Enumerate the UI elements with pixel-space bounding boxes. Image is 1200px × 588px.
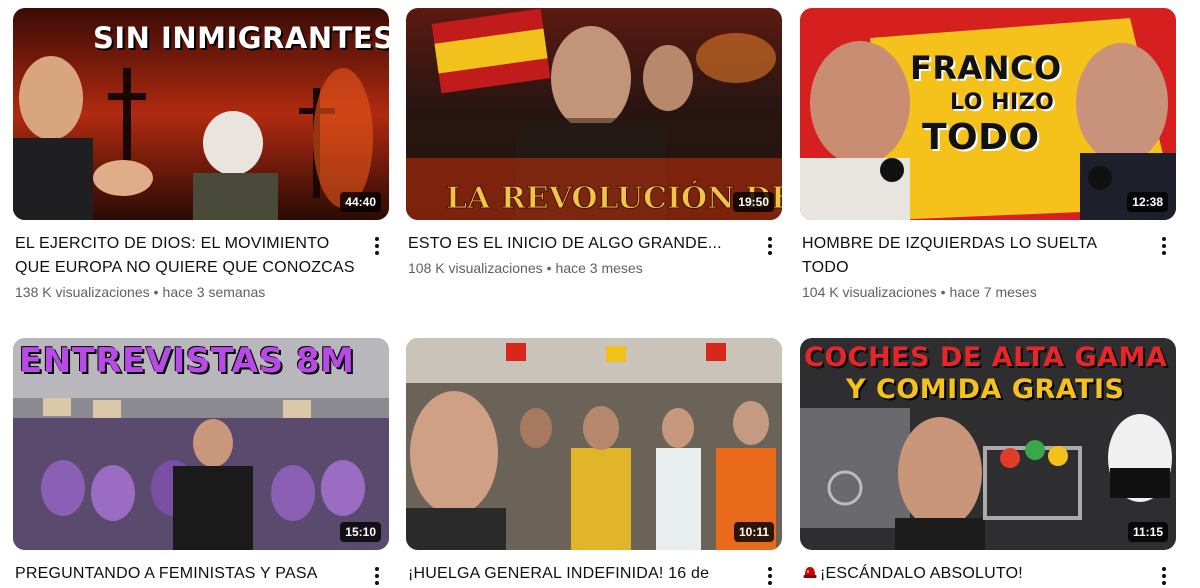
video-title[interactable]: ¡HUELGA GENERAL INDEFINIDA! 16 de (408, 562, 752, 586)
upload-age: hace 3 meses (555, 260, 643, 276)
thumbnail-image: LA REVOLUCIÓN DEL PUEBLO (406, 8, 782, 220)
video-thumbnail[interactable]: LA REVOLUCIÓN DEL PUEBLO 19:50 (406, 8, 782, 220)
video-card[interactable]: ENTREVISTAS 8M 15:10 PREGUNTANDO A FEMIN… (13, 338, 389, 586)
video-title[interactable]: EL EJERCITO DE DIOS: EL MOVIMIENTO QUE E… (15, 232, 359, 280)
more-options-icon[interactable] (762, 564, 778, 588)
upload-age: hace 7 meses (949, 284, 1037, 300)
duration-badge: 12:38 (1127, 192, 1168, 212)
separator: • (153, 284, 159, 300)
thumbnail-overlay-text: ENTREVISTAS 8M (19, 341, 355, 381)
duration-badge: 15:10 (340, 522, 381, 542)
svg-text:LA REVOLUCIÓN DEL PUEBLO: LA REVOLUCIÓN DEL PUEBLO (446, 180, 782, 216)
duration-badge: 19:50 (733, 192, 774, 212)
more-options-icon[interactable] (1156, 234, 1172, 258)
thumbnail-image (406, 338, 782, 550)
video-thumbnail[interactable]: ENTREVISTAS 8M 15:10 (13, 338, 389, 550)
video-title[interactable]: ESTO ES EL INICIO DE ALGO GRANDE... (408, 232, 752, 256)
separator: • (546, 260, 552, 276)
video-title[interactable]: ¡ESCÁNDALO ABSOLUTO! (802, 562, 1146, 586)
video-card[interactable]: 10:11 ¡HUELGA GENERAL INDEFINIDA! 16 de (406, 338, 782, 586)
video-meta: ESTO ES EL INICIO DE ALGO GRANDE... 108 … (406, 220, 782, 278)
video-thumbnail[interactable]: 10:11 (406, 338, 782, 550)
video-grid: SIN INMIGRANTES 44:40 EL EJERCITO DE DIO… (0, 0, 1200, 588)
thumbnail-overlay-text: LO HIZO (950, 90, 1055, 115)
upload-age: hace 3 semanas (162, 284, 266, 300)
video-stats: 108 K visualizaciones • hace 3 meses (408, 258, 752, 278)
video-stats: 104 K visualizaciones • hace 7 meses (802, 282, 1146, 302)
thumbnail-overlay-text: Y COMIDA GRATIS (846, 374, 1125, 405)
video-title-text: ¡ESCÁNDALO ABSOLUTO! (820, 565, 1023, 582)
video-meta: ¡ESCÁNDALO ABSOLUTO! (800, 550, 1176, 586)
separator: • (940, 284, 946, 300)
video-card[interactable]: COCHES DE ALTA GAMA Y COMIDA GRATIS 11:1… (800, 338, 1176, 586)
more-options-icon[interactable] (1156, 564, 1172, 588)
thumbnail-overlay-text: TODO (922, 117, 1040, 158)
video-thumbnail[interactable]: COCHES DE ALTA GAMA Y COMIDA GRATIS 11:1… (800, 338, 1176, 550)
more-options-icon[interactable] (762, 234, 778, 258)
video-meta: ¡HUELGA GENERAL INDEFINIDA! 16 de (406, 550, 782, 586)
video-stats: 138 K visualizaciones • hace 3 semanas (15, 282, 359, 302)
duration-badge: 44:40 (340, 192, 381, 212)
siren-icon (803, 567, 817, 578)
duration-badge: 10:11 (733, 522, 774, 542)
video-meta: EL EJERCITO DE DIOS: EL MOVIMIENTO QUE E… (13, 220, 389, 302)
more-options-icon[interactable] (369, 234, 385, 258)
video-card[interactable]: SIN INMIGRANTES 44:40 EL EJERCITO DE DIO… (13, 8, 389, 302)
video-title[interactable]: PREGUNTANDO A FEMINISTAS Y PASA (15, 562, 359, 586)
thumbnail-overlay-text: SIN INMIGRANTES (93, 21, 389, 55)
video-card[interactable]: FRANCO LO HIZO TODO 12:38 HOMBRE DE IZQU… (800, 8, 1176, 302)
thumbnail-overlay-text: FRANCO (910, 49, 1062, 87)
view-count: 108 K visualizaciones (408, 260, 543, 276)
view-count: 138 K visualizaciones (15, 284, 150, 300)
video-meta: PREGUNTANDO A FEMINISTAS Y PASA (13, 550, 389, 586)
duration-badge: 11:15 (1127, 522, 1168, 542)
view-count: 104 K visualizaciones (802, 284, 937, 300)
video-meta: HOMBRE DE IZQUIERDAS LO SUELTA TODO 104 … (800, 220, 1176, 302)
video-card[interactable]: LA REVOLUCIÓN DEL PUEBLO 19:50 ESTO ES E… (406, 8, 782, 278)
video-title[interactable]: HOMBRE DE IZQUIERDAS LO SUELTA TODO (802, 232, 1146, 280)
video-thumbnail[interactable]: SIN INMIGRANTES 44:40 (13, 8, 389, 220)
thumbnail-overlay-text: COCHES DE ALTA GAMA (804, 342, 1168, 373)
video-thumbnail[interactable]: FRANCO LO HIZO TODO 12:38 (800, 8, 1176, 220)
more-options-icon[interactable] (369, 564, 385, 588)
